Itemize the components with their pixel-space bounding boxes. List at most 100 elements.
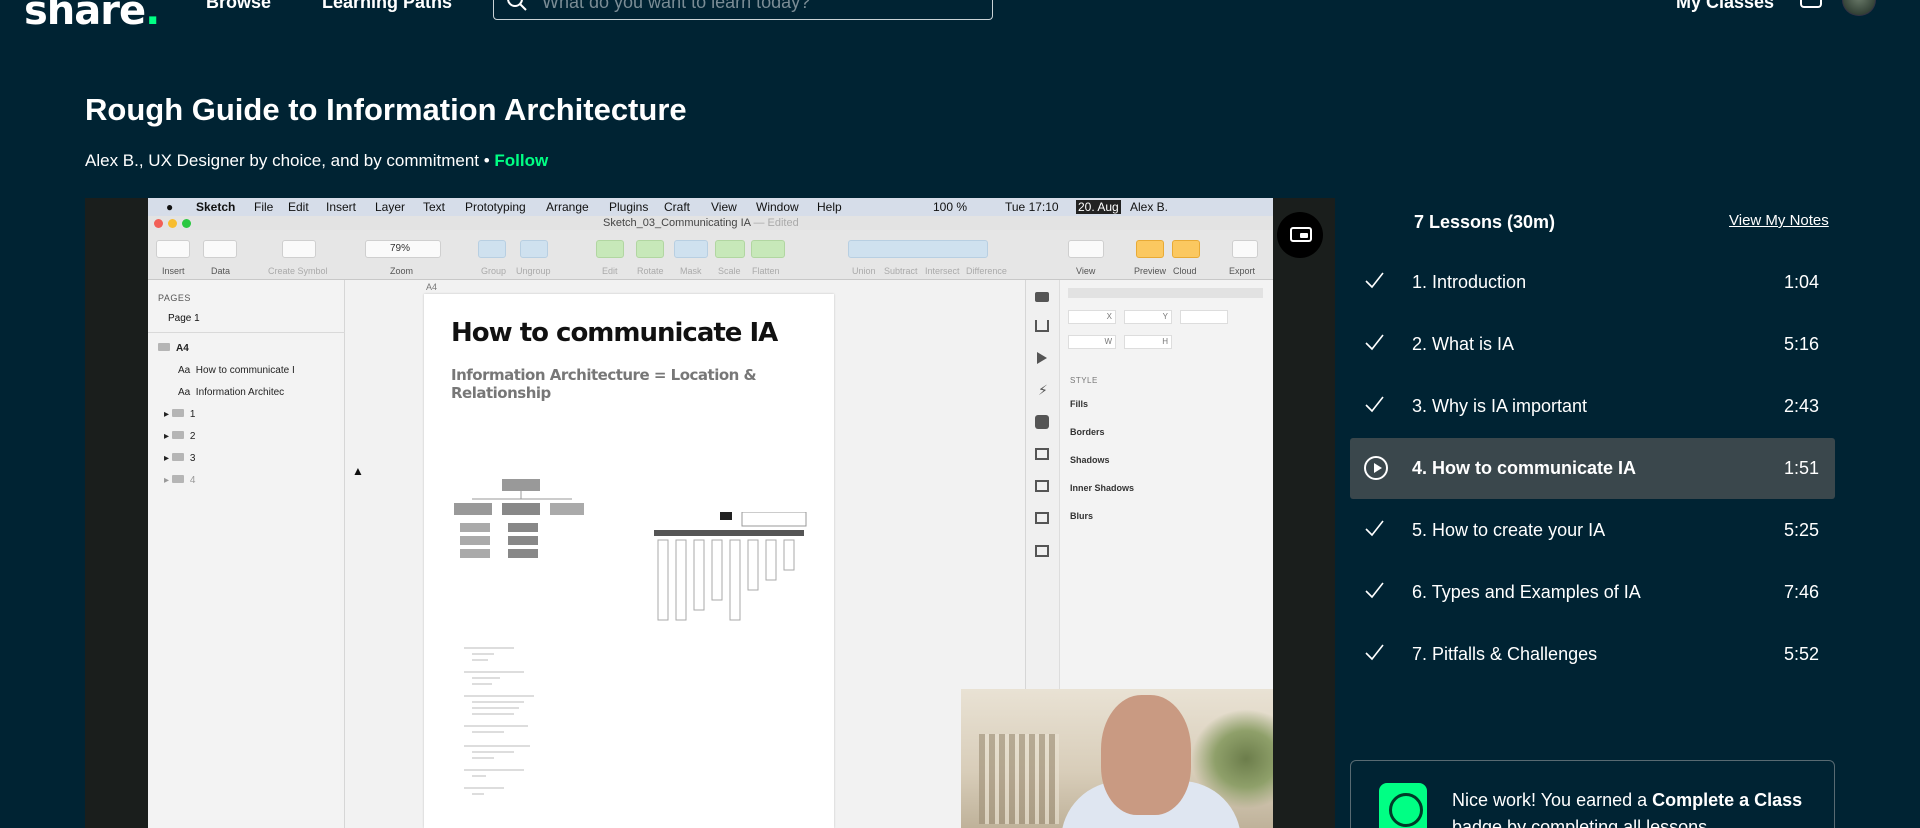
lesson-title: 3. Why is IA important bbox=[1412, 396, 1588, 416]
menubar-insert: Insert bbox=[326, 200, 357, 214]
layers-divider bbox=[148, 332, 345, 333]
inner-shadows-label: Inner Shadows bbox=[1070, 483, 1135, 493]
layout-icon bbox=[1035, 480, 1049, 492]
menubar-prototyping: Prototyping bbox=[465, 200, 526, 214]
notifications-icon[interactable] bbox=[1800, 0, 1822, 8]
x-field: X bbox=[1068, 310, 1116, 324]
play-icon bbox=[1364, 456, 1388, 480]
artboard-subheading: Information Architecture = Location & Re… bbox=[451, 366, 757, 402]
close-window-icon bbox=[154, 219, 163, 228]
sitemap-detail-diagram bbox=[654, 512, 807, 621]
layer-group-4: ▸ 4 bbox=[164, 475, 196, 486]
y-field: Y bbox=[1124, 310, 1172, 324]
fills-label: Fills bbox=[1070, 399, 1089, 409]
align-icon bbox=[1035, 292, 1049, 302]
lesson-duration: 2:43 bbox=[1783, 396, 1819, 416]
layer-text-sub: Aa Information Architec bbox=[178, 387, 285, 398]
menubar-view: View bbox=[711, 200, 737, 214]
video-frame: ● Sketch File Edit Insert Layer Text Pro… bbox=[148, 198, 1273, 828]
boolean-ops-icon bbox=[848, 240, 988, 258]
follow-button[interactable]: Follow bbox=[494, 151, 548, 170]
my-classes-link[interactable]: My Classes bbox=[1676, 0, 1774, 13]
folder-icon bbox=[171, 431, 184, 439]
tb-label-ungroup: Ungroup bbox=[516, 266, 551, 276]
tb-label-cloud: Cloud bbox=[1173, 266, 1197, 276]
check-icon bbox=[1365, 644, 1384, 661]
tb-label-edit: Edit bbox=[602, 266, 618, 276]
lesson-duration: 7:46 bbox=[1783, 582, 1819, 602]
lesson-item-7[interactable]: 7. Pitfalls & Challenges 5:52 bbox=[1350, 624, 1835, 685]
menubar-arrange: Arrange bbox=[546, 200, 589, 214]
check-icon bbox=[1365, 396, 1384, 413]
lesson-item-6[interactable]: 6. Types and Examples of IA 7:46 bbox=[1350, 562, 1835, 623]
instructor-face bbox=[1101, 695, 1191, 815]
minimize-window-icon bbox=[168, 219, 177, 228]
tb-label-mask: Mask bbox=[680, 266, 702, 276]
picture-in-picture-icon bbox=[1290, 227, 1312, 242]
avatar[interactable] bbox=[1842, 0, 1876, 16]
video-player[interactable]: ● Sketch File Edit Insert Layer Text Pro… bbox=[85, 198, 1335, 828]
mask-icon bbox=[674, 240, 708, 258]
document-title: Sketch_03_Communicating IA — Edited bbox=[603, 217, 799, 229]
tb-label-subtract: Subtract bbox=[884, 266, 918, 276]
lightning-icon: ⚡ bbox=[1038, 382, 1048, 398]
sketch-toolbar: 79% Insert Data Create Symbol Zoom Group… bbox=[148, 230, 1273, 280]
layer-text-heading: Aa How to communicate I bbox=[178, 365, 295, 376]
sketch-canvas: A4 How to communicate IA Information Arc… bbox=[345, 280, 1025, 828]
instructor-webcam bbox=[961, 689, 1273, 828]
tb-label-view: View bbox=[1076, 266, 1096, 276]
author-byline: Alex B., UX Designer by choice, and by c… bbox=[85, 151, 548, 171]
lesson-item-1[interactable]: 1. Introduction 1:04 bbox=[1350, 252, 1835, 313]
create-symbol-icon bbox=[282, 240, 316, 258]
byline-separator: • bbox=[479, 151, 495, 170]
lesson-item-5[interactable]: 5. How to create your IA 5:25 bbox=[1350, 500, 1835, 561]
rotate-icon bbox=[636, 240, 664, 258]
insert-tool-icon bbox=[156, 240, 190, 258]
lesson-item-2[interactable]: 2. What is IA 5:16 bbox=[1350, 314, 1835, 375]
crop-icon bbox=[1035, 512, 1049, 524]
artboard-icon bbox=[158, 343, 170, 351]
lesson-title: 2. What is IA bbox=[1412, 334, 1515, 354]
lesson-item-3[interactable]: 3. Why is IA important 2:43 bbox=[1350, 376, 1835, 437]
tb-label-difference: Difference bbox=[966, 266, 1007, 276]
picture-in-picture-button[interactable] bbox=[1277, 212, 1323, 258]
logo[interactable]: share. bbox=[24, 0, 160, 34]
check-icon bbox=[1365, 272, 1384, 289]
layer-group-2: ▸ 2 bbox=[164, 431, 196, 442]
lesson-title: 6. Types and Examples of IA bbox=[1412, 582, 1641, 602]
lesson-item-4[interactable]: 4. How to communicate IA 1:51 bbox=[1350, 438, 1835, 499]
canvas-artboard-label: A4 bbox=[426, 282, 438, 292]
search-icon bbox=[507, 0, 527, 11]
edit-icon bbox=[596, 240, 624, 258]
menubar-craft: Craft bbox=[664, 200, 691, 214]
search-input[interactable]: What do you want to learn today? bbox=[493, 0, 993, 20]
tb-label-export: Export bbox=[1229, 266, 1256, 276]
menubar-layer: Layer bbox=[375, 200, 406, 214]
tb-label-zoom: Zoom bbox=[390, 266, 414, 276]
scale-icon bbox=[715, 240, 745, 258]
artboard-heading: How to communicate IA bbox=[451, 318, 778, 348]
blurs-label: Blurs bbox=[1070, 511, 1094, 521]
author-name[interactable]: Alex B., UX Designer by choice, and by c… bbox=[85, 151, 479, 170]
search-placeholder: What do you want to learn today? bbox=[542, 0, 811, 12]
flatten-icon bbox=[751, 240, 785, 258]
tb-label-group: Group bbox=[481, 266, 507, 276]
nav-learning-paths-link[interactable]: Learning Paths bbox=[322, 0, 452, 13]
nav-browse-link[interactable]: Browse bbox=[206, 0, 271, 13]
artboard: How to communicate IA Information Archit… bbox=[424, 294, 834, 828]
grid-icon bbox=[1035, 448, 1049, 460]
view-my-notes-link[interactable]: View My Notes bbox=[1729, 212, 1829, 229]
tb-label-rotate: Rotate bbox=[637, 266, 664, 276]
tb-label-insert: Insert bbox=[162, 266, 185, 276]
badge-card: Nice work! You earned a Complete a Class… bbox=[1350, 760, 1835, 828]
menubar-user: Alex B. bbox=[1130, 200, 1169, 214]
folder-icon bbox=[171, 409, 184, 417]
rotation-field bbox=[1180, 310, 1228, 324]
align-bar bbox=[1068, 288, 1263, 298]
menubar-text: Text bbox=[423, 200, 446, 214]
layer-group-1: ▸ 1 bbox=[164, 409, 196, 420]
h-field: H bbox=[1124, 335, 1172, 349]
lesson-duration: 1:04 bbox=[1783, 272, 1819, 292]
lesson-title: 5. How to create your IA bbox=[1412, 520, 1606, 540]
layer-group-3: ▸ 3 bbox=[164, 453, 196, 464]
